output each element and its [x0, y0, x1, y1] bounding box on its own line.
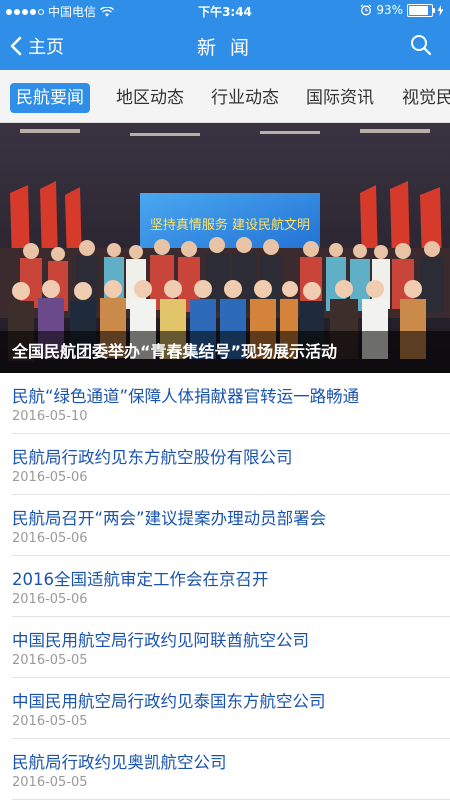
list-item[interactable]: 2016全国适航审定工作会在京召开 2016-05-06: [12, 556, 450, 617]
tab-industry-news[interactable]: 行业动态: [205, 83, 285, 113]
news-date: 2016-05-06: [12, 470, 88, 485]
news-date: 2016-05-06: [12, 592, 88, 607]
list-item[interactable]: 中国民用航空局行政约见泰国东方航空公司 2016-05-05: [12, 678, 450, 739]
tab-civil-aviation-news[interactable]: 民航要闻: [10, 83, 90, 113]
status-right: 93%: [360, 3, 444, 17]
list-item[interactable]: 民航局召开“两会”建议提案办理动员部署会 2016-05-06: [12, 495, 450, 556]
battery-icon: [407, 3, 435, 17]
hero-banner-text: 坚持真情服务 建设民航文明: [150, 217, 310, 233]
news-date: 2016-05-10: [12, 409, 88, 424]
status-bar: 中国电信 下午3:44 93%: [0, 0, 450, 22]
news-date: 2016-05-05: [12, 775, 88, 790]
news-title: 民航“绿色通道”保障人体捐献器官转运一路畅通: [12, 387, 360, 406]
news-date: 2016-05-05: [12, 653, 88, 668]
news-title: 民航局召开“两会”建议提案办理动员部署会: [12, 509, 327, 528]
news-list: 民航“绿色通道”保障人体捐献器官转运一路畅通 2016-05-10 民航局行政约…: [0, 373, 450, 800]
hero-banner[interactable]: 坚持真情服务 建设民航文明 全国民航团委举办“青春集结号”现场展示活动: [0, 123, 450, 373]
news-title: 民航局行政约见东方航空股份有限公司: [12, 448, 293, 467]
list-item[interactable]: 中国民用航空局行政约见阿联酋航空公司 2016-05-05: [12, 617, 450, 678]
tab-regional-news[interactable]: 地区动态: [110, 83, 190, 113]
news-date: 2016-05-05: [12, 714, 88, 729]
category-tabs: 民航要闻 地区动态 行业动态 国际资讯 视觉民: [0, 70, 450, 123]
tab-visual-news[interactable]: 视觉民: [396, 83, 450, 113]
list-item[interactable]: 民航“绿色通道”保障人体捐献器官转运一路畅通 2016-05-10: [12, 373, 450, 434]
news-date: 2016-05-06: [12, 531, 88, 546]
news-title: 民航局行政约见奥凯航空公司: [12, 753, 227, 772]
charging-icon: [437, 4, 444, 16]
news-title: 2016全国适航审定工作会在京召开: [12, 570, 269, 589]
news-title: 中国民用航空局行政约见泰国东方航空公司: [12, 692, 326, 711]
hero-caption: 全国民航团委举办“青春集结号”现场展示活动: [0, 331, 450, 373]
list-item[interactable]: 民航局行政约见奥凯航空公司 2016-05-05: [12, 739, 450, 800]
news-title: 中国民用航空局行政约见阿联酋航空公司: [12, 631, 309, 650]
page-title: 新 闻: [196, 37, 254, 59]
nav-bar: 主页 新 闻: [0, 22, 450, 70]
alarm-icon: [360, 4, 372, 16]
list-item[interactable]: 民航局行政约见东方航空股份有限公司 2016-05-06: [12, 434, 450, 495]
search-icon[interactable]: [410, 34, 432, 56]
battery-percent: 93%: [376, 3, 403, 17]
battery-fill: [409, 5, 428, 15]
tab-international-news[interactable]: 国际资讯: [300, 83, 380, 113]
